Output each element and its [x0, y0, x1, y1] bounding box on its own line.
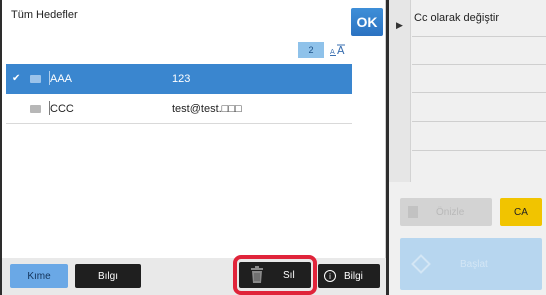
page-title: Tüm Hedefler	[11, 9, 78, 21]
preview-button[interactable]: Önizle	[400, 198, 492, 226]
info-button[interactable]: i Bilgi	[318, 264, 380, 288]
list-divider	[412, 64, 546, 65]
count-badge: 2	[298, 42, 324, 58]
start-label: Başlat	[460, 258, 488, 270]
sort-az-icon[interactable]: A A	[328, 41, 350, 59]
table-row[interactable]: ✔ AAA 123	[6, 64, 352, 94]
change-to-cc-item[interactable]: Cc olarak değiştir	[414, 12, 499, 24]
info-label: Bilgi	[344, 270, 363, 282]
list-divider	[412, 121, 546, 122]
screen: Tüm Hedefler OK 2 A A ✔ AAA 123 CCC test…	[0, 0, 546, 295]
svg-text:A: A	[330, 48, 335, 56]
list-divider	[412, 92, 546, 93]
preview-label: Önizle	[436, 206, 465, 218]
info-button-left[interactable]: Bılgı	[75, 264, 141, 288]
ok-button[interactable]: OK	[351, 8, 383, 36]
table-row[interactable]: CCC test@test.□□□	[6, 94, 352, 124]
destination-table: ✔ AAA 123 CCC test@test.□□□	[6, 64, 352, 124]
trash-icon	[247, 265, 267, 285]
list-divider	[412, 36, 546, 37]
email-icon	[30, 74, 46, 83]
email-icon	[30, 104, 46, 113]
start-icon	[411, 254, 431, 274]
row-address: test@test.□□□	[172, 102, 242, 115]
preview-icon	[408, 206, 418, 218]
start-button[interactable]: Başlat	[400, 238, 542, 290]
action-list	[389, 0, 546, 182]
row-name: AAA	[50, 72, 73, 85]
checkmark-icon: ✔	[12, 73, 21, 84]
svg-text:A: A	[337, 44, 345, 57]
info-icon: i	[324, 270, 336, 282]
clear-all-button[interactable]: CA	[500, 198, 542, 226]
list-divider	[412, 150, 546, 151]
play-icon: ▶	[396, 20, 403, 30]
row-name: CCC	[50, 102, 74, 115]
row-address: 123	[172, 72, 191, 85]
destination-list-panel: Tüm Hedefler OK 2 A A ✔ AAA 123 CCC test…	[2, 0, 386, 295]
to-button[interactable]: Kıme	[10, 264, 68, 288]
delete-button[interactable]: Sıl	[239, 262, 311, 288]
delete-label: Sıl	[283, 269, 295, 281]
